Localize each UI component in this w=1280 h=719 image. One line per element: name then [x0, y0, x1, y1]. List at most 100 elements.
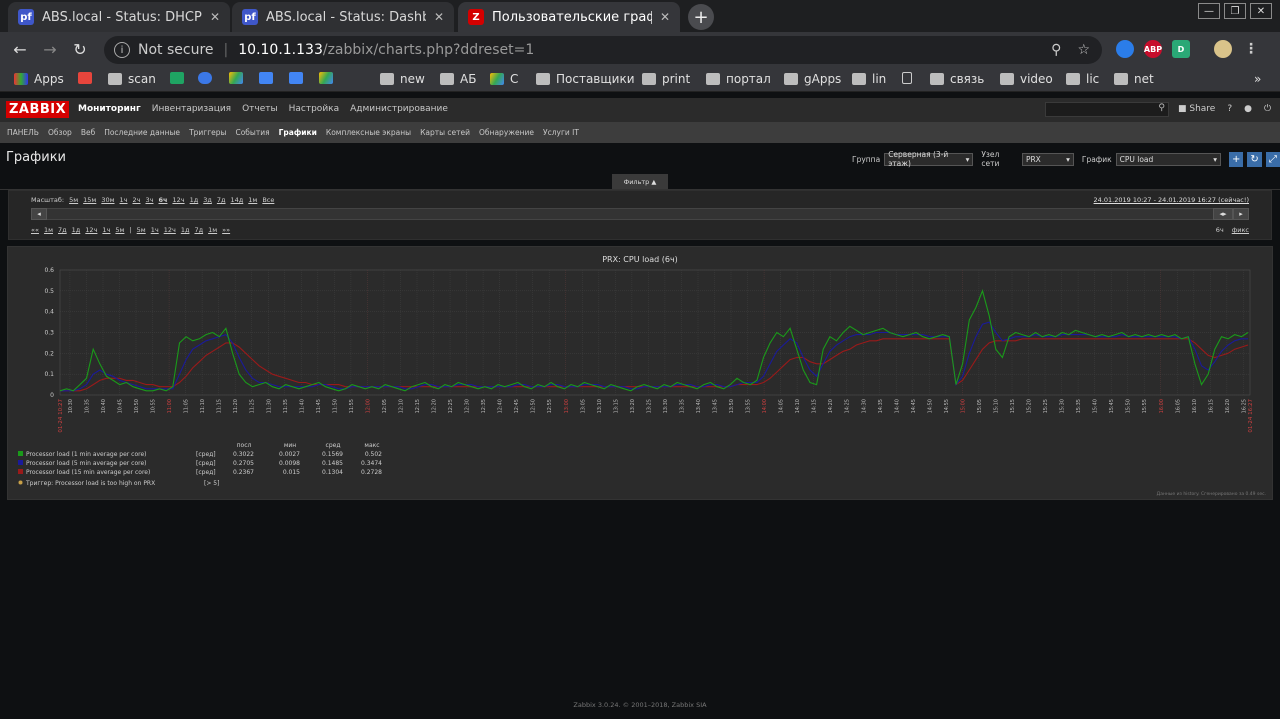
- zoom-option[interactable]: 15м: [83, 196, 96, 204]
- adblock-icon[interactable]: ABP: [1144, 40, 1162, 58]
- filter-toggle-button[interactable]: Фильтр ▲: [612, 174, 668, 189]
- refresh-icon[interactable]: ↻: [1247, 151, 1262, 167]
- nav-step-link[interactable]: 12ч: [164, 226, 176, 234]
- zoom-option[interactable]: 2ч: [133, 196, 141, 204]
- nav-step-link[interactable]: 1м: [44, 226, 53, 234]
- nav-step-link[interactable]: 7д: [58, 226, 67, 234]
- submenu-it-services[interactable]: Услуги IT: [543, 128, 579, 137]
- new-tab-button[interactable]: +: [688, 4, 714, 30]
- fullscreen-icon[interactable]: ⤢: [1265, 151, 1280, 167]
- bookmark-video[interactable]: video: [1000, 72, 1053, 86]
- forward-icon[interactable]: →: [40, 40, 60, 59]
- graph-select[interactable]: CPU load ▾: [1115, 152, 1222, 166]
- menu-reports[interactable]: Отчеты: [242, 104, 278, 114]
- add-to-favourites-icon[interactable]: +: [1229, 151, 1244, 167]
- submenu-events[interactable]: События: [235, 128, 269, 137]
- zoom-option[interactable]: 1м: [248, 196, 257, 204]
- bookmark-gmail[interactable]: [78, 72, 98, 84]
- zoom-option[interactable]: 1д: [190, 196, 199, 204]
- user-profile-icon[interactable]: ●: [1244, 104, 1252, 114]
- kebab-menu-icon[interactable]: ⋮: [1242, 40, 1260, 58]
- zoom-option[interactable]: 5м: [69, 196, 78, 204]
- menu-configuration[interactable]: Настройка: [289, 104, 340, 114]
- scroll-handle-icon[interactable]: ◂▸: [1213, 208, 1233, 220]
- scroll-left-icon[interactable]: ◂: [31, 208, 47, 220]
- share-button[interactable]: ■ Share: [1178, 104, 1215, 114]
- address-bar[interactable]: i Not secure | 10.10.1.133/zabbix/charts…: [104, 36, 1102, 64]
- bookmark-print[interactable]: print: [642, 72, 690, 86]
- bookmarks-overflow-icon[interactable]: »: [1254, 72, 1261, 86]
- submenu-web[interactable]: Веб: [81, 128, 95, 137]
- nav-step-link[interactable]: 1ч: [102, 226, 110, 234]
- zoom-option[interactable]: 3д: [203, 196, 212, 204]
- vpn-extension-icon[interactable]: [1116, 40, 1134, 58]
- logout-icon[interactable]: ⏻: [1264, 104, 1271, 114]
- nav-step-link[interactable]: »»: [222, 226, 230, 234]
- nav-step-link[interactable]: ««: [31, 226, 39, 234]
- bookmark-sheets[interactable]: [170, 72, 190, 84]
- browser-tab-dhcp[interactable]: pf ABS.local - Status: DHCP Lease ✕: [8, 2, 230, 32]
- search-icon[interactable]: ⚲: [1158, 103, 1165, 113]
- browser-tab-zabbix[interactable]: Z Пользовательские графики [ ✕: [458, 2, 680, 32]
- nav-step-link[interactable]: 1д: [181, 226, 190, 234]
- scroll-right-icon[interactable]: ▸: [1233, 208, 1249, 220]
- close-icon[interactable]: ✕: [434, 10, 444, 24]
- bookmark-page[interactable]: [902, 72, 918, 84]
- bookmark-svyaz[interactable]: связь: [930, 72, 984, 86]
- zoom-search-icon[interactable]: ⚲: [1051, 42, 1061, 58]
- bookmark-drive2[interactable]: [319, 72, 339, 84]
- submenu-maps[interactable]: Карты сетей: [420, 128, 470, 137]
- nav-step-link[interactable]: 1ч: [151, 226, 159, 234]
- bookmark-scan[interactable]: scan: [108, 72, 156, 86]
- fixed-toggle[interactable]: фикс: [1232, 226, 1249, 234]
- bookmark-gapps[interactable]: gApps: [784, 72, 841, 86]
- bookmark-portal[interactable]: портал: [706, 72, 771, 86]
- profile-avatar-icon[interactable]: [1214, 40, 1232, 58]
- bookmark-ab[interactable]: АБ: [440, 72, 476, 86]
- browser-tab-dashboard[interactable]: pf ABS.local - Status: Dashboard ✕: [232, 2, 454, 32]
- back-icon[interactable]: ←: [10, 40, 30, 59]
- zoom-option[interactable]: 6ч: [158, 196, 167, 204]
- help-icon[interactable]: ?: [1227, 104, 1232, 114]
- zoom-option[interactable]: 12ч: [172, 196, 184, 204]
- bookmark-suppliers[interactable]: Поставщики: [536, 72, 635, 86]
- minimize-icon[interactable]: —: [1198, 3, 1220, 19]
- submenu-discovery[interactable]: Обнаружение: [479, 128, 534, 137]
- bookmark-docs[interactable]: [259, 72, 279, 84]
- zabbix-search-input[interactable]: ⚲: [1045, 102, 1169, 117]
- nav-step-link[interactable]: 12ч: [85, 226, 97, 234]
- submenu-screens[interactable]: Комплексные экраны: [326, 128, 411, 137]
- cpu-load-chart[interactable]: PRX: CPU load (6ч) 0.6 0.5 0.4 0.3 0.2 0.1 0 1…: [8, 247, 1272, 499]
- nav-step-link[interactable]: 7д: [194, 226, 203, 234]
- host-select[interactable]: PRX ▾: [1021, 152, 1074, 166]
- d-extension-icon[interactable]: D: [1172, 40, 1190, 58]
- zabbix-logo[interactable]: ZABBIX: [6, 101, 70, 118]
- time-range-link[interactable]: 24.01.2019 10:27 - 24.01.2019 16:27 (сей…: [1094, 196, 1249, 204]
- period-scrollbar[interactable]: [31, 208, 1249, 220]
- menu-inventory[interactable]: Инвентаризация: [152, 104, 231, 114]
- close-icon[interactable]: ✕: [660, 10, 670, 24]
- nav-step-link[interactable]: 1д: [72, 226, 81, 234]
- zoom-option[interactable]: 3ч: [145, 196, 153, 204]
- bookmark-new[interactable]: new: [380, 72, 425, 86]
- bookmark-c[interactable]: С: [490, 72, 518, 86]
- submenu-graphs[interactable]: Графики: [279, 128, 317, 137]
- close-icon[interactable]: ✕: [210, 10, 220, 24]
- zoom-option[interactable]: Все: [262, 196, 274, 204]
- bookmark-net[interactable]: net: [1114, 72, 1154, 86]
- group-select[interactable]: Серверная (3-й этаж) ▾: [884, 150, 974, 168]
- zoom-option[interactable]: 14д: [231, 196, 244, 204]
- zoom-option[interactable]: 30м: [101, 196, 114, 204]
- bookmark-lin[interactable]: lin: [852, 72, 886, 86]
- bookmark-link[interactable]: [198, 72, 218, 84]
- bookmark-apps[interactable]: Apps: [14, 72, 64, 86]
- restore-icon[interactable]: ❐: [1224, 3, 1246, 19]
- menu-administration[interactable]: Администрирование: [350, 104, 448, 114]
- menu-monitoring[interactable]: Мониторинг: [78, 104, 141, 114]
- reload-icon[interactable]: ↻: [70, 40, 90, 59]
- bookmark-drive[interactable]: [229, 72, 249, 84]
- nav-step-link[interactable]: 5м: [137, 226, 146, 234]
- zoom-option[interactable]: 7д: [217, 196, 226, 204]
- nav-step-link[interactable]: 5м: [115, 226, 124, 234]
- bookmark-lic[interactable]: lic: [1066, 72, 1099, 86]
